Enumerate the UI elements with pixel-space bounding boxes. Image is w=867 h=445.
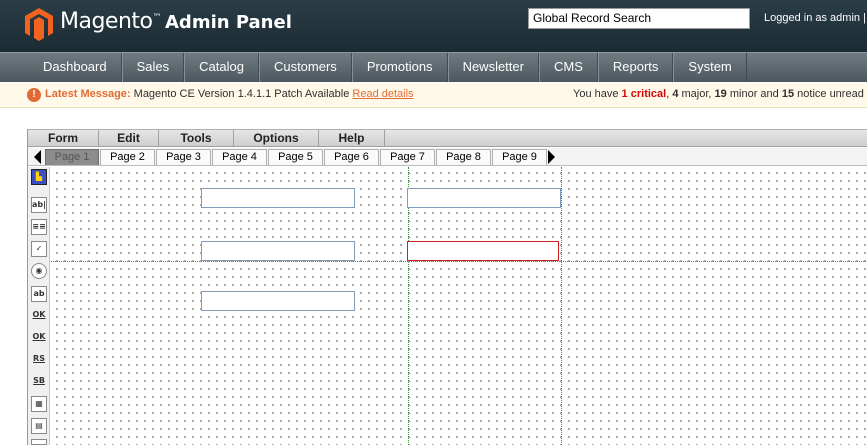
checkbox-tool-icon[interactable]: ✓ xyxy=(31,241,47,257)
nav-catalog[interactable]: Catalog xyxy=(184,53,259,82)
summary-prefix: You have xyxy=(573,88,619,100)
form-field[interactable] xyxy=(201,188,355,208)
ok2-button-tool-icon[interactable]: OK xyxy=(31,330,47,346)
magento-logo-icon[interactable] xyxy=(25,8,53,41)
message-bar: ! Latest Message: Magento CE Version 1.4… xyxy=(0,83,867,108)
tab-page-4[interactable]: Page 4 xyxy=(212,149,267,165)
form-builder: Form Edit Tools Options Help Page 1 Page… xyxy=(27,129,867,445)
form-field[interactable] xyxy=(201,241,355,261)
menu-edit[interactable]: Edit xyxy=(99,130,159,147)
logged-in-text: Logged in as admin | xyxy=(764,12,866,24)
tab-page-8[interactable]: Page 8 xyxy=(436,149,491,165)
alert-icon: ! xyxy=(27,88,41,102)
nav-newsletter[interactable]: Newsletter xyxy=(447,53,539,82)
tab-page-6[interactable]: Page 6 xyxy=(324,149,379,165)
list-tool-icon[interactable]: ▤ xyxy=(31,418,47,434)
menu-tools[interactable]: Tools xyxy=(159,130,234,147)
notice-count: 15 xyxy=(781,88,795,100)
radio-tool-icon[interactable]: ◉ xyxy=(31,263,47,279)
major-count: 4 xyxy=(672,88,679,100)
select-tool-icon[interactable] xyxy=(31,439,47,445)
form-field[interactable] xyxy=(407,188,561,208)
tab-page-9[interactable]: Page 9 xyxy=(492,149,547,165)
logo-text: Magento™ Admin Panel xyxy=(60,9,292,34)
guide-line-vertical xyxy=(561,167,562,445)
header: Magento™ Admin Panel Global Record Search… xyxy=(0,0,867,52)
design-canvas[interactable] xyxy=(51,167,867,445)
reset-button-tool-icon[interactable]: RS xyxy=(31,352,47,368)
pointer-tool-icon[interactable]: ▙ xyxy=(31,169,47,185)
tab-page-5[interactable]: Page 5 xyxy=(268,149,323,165)
tab-page-2[interactable]: Page 2 xyxy=(100,149,155,165)
logo-trademark: ™ xyxy=(152,13,162,23)
critical-label: critical xyxy=(630,88,667,100)
textfield-tool-icon[interactable]: ab| xyxy=(31,197,47,213)
tab-page-3[interactable]: Page 3 xyxy=(156,149,211,165)
selected-form-field[interactable] xyxy=(407,241,559,261)
nav-system[interactable]: System xyxy=(673,53,747,82)
textarea-tool-icon[interactable]: ≡≡ xyxy=(31,219,47,235)
major-label: major, xyxy=(681,88,712,100)
nav-promotions[interactable]: Promotions xyxy=(351,53,448,82)
next-page-arrow-icon[interactable] xyxy=(548,150,555,164)
critical-count: 1 xyxy=(621,88,628,100)
nav-customers[interactable]: Customers xyxy=(258,53,352,82)
notification-summary[interactable]: You have 1 critical, 4 major, 19 minor a… xyxy=(573,88,867,100)
guide-line-horizontal xyxy=(51,261,867,262)
minor-count: 19 xyxy=(714,88,727,100)
main-nav: Dashboard Sales Catalog Customers Promot… xyxy=(0,52,867,82)
nav-cms[interactable]: CMS xyxy=(538,53,598,82)
prev-page-arrow-icon[interactable] xyxy=(34,150,41,164)
image-tool-icon[interactable]: ab xyxy=(31,286,47,302)
tool-palette: ▙ ab| ≡≡ ✓ ◉ ab OK OK RS SB ▦ ▤ xyxy=(28,167,50,445)
logo-subtitle: Admin Panel xyxy=(165,12,292,33)
guide-line-vertical xyxy=(408,167,409,445)
menu-form[interactable]: Form xyxy=(28,130,99,147)
tab-page-1[interactable]: Page 1 xyxy=(45,149,99,165)
table-tool-icon[interactable]: ▦ xyxy=(31,396,47,412)
notice-label: notice unread m xyxy=(797,88,867,100)
builder-menubar: Form Edit Tools Options Help xyxy=(28,129,867,147)
latest-message-label: Latest Message: xyxy=(45,88,131,100)
minor-label: minor and xyxy=(729,88,779,100)
menu-options[interactable]: Options xyxy=(234,130,319,147)
nav-sales[interactable]: Sales xyxy=(121,53,185,82)
latest-message-text: Magento CE Version 1.4.1.1 Patch Availab… xyxy=(133,88,350,100)
read-details-link[interactable]: Read details xyxy=(352,88,413,100)
form-field[interactable] xyxy=(201,291,355,311)
ok1-button-tool-icon[interactable]: OK xyxy=(31,308,47,324)
submit-button-tool-icon[interactable]: SB xyxy=(31,374,47,390)
tab-page-7[interactable]: Page 7 xyxy=(380,149,435,165)
nav-dashboard[interactable]: Dashboard xyxy=(27,53,122,82)
global-search-input[interactable]: Global Record Search xyxy=(528,8,750,29)
logo-brand: Magento xyxy=(60,9,153,34)
menu-help[interactable]: Help xyxy=(319,130,385,147)
page-tabs: Page 1 Page 2 Page 3 Page 4 Page 5 Page … xyxy=(28,148,867,166)
nav-reports[interactable]: Reports xyxy=(597,53,674,82)
